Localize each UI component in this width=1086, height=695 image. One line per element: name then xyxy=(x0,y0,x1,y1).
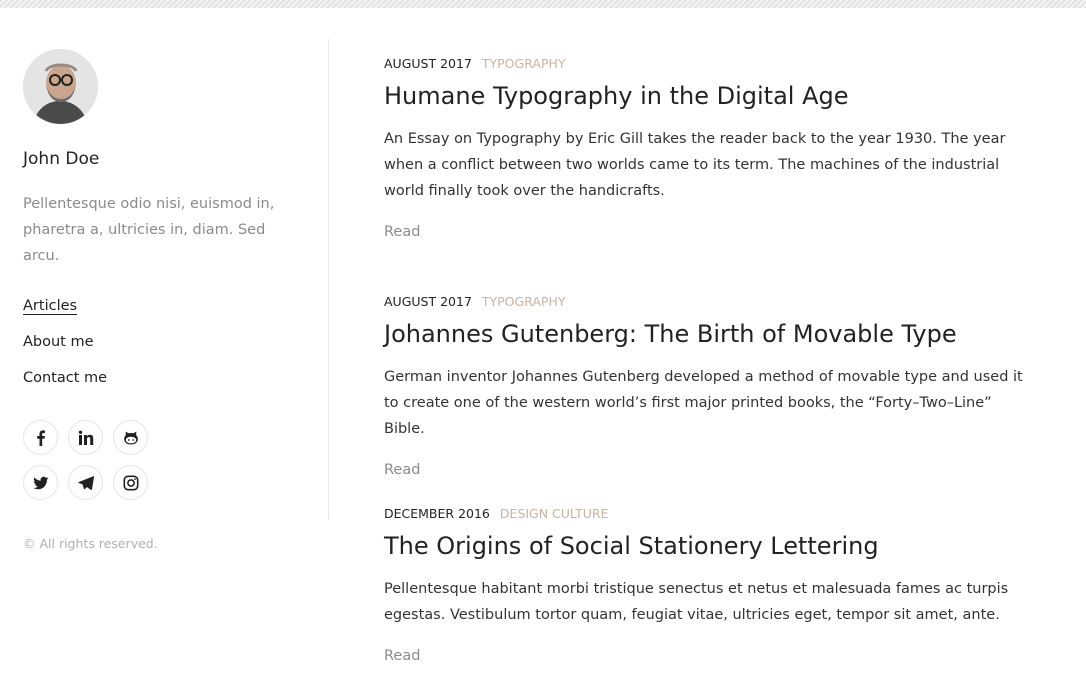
github-icon xyxy=(123,431,138,444)
article-excerpt: German inventor Johannes Gutenberg devel… xyxy=(384,369,1023,437)
instagram-icon xyxy=(122,474,138,490)
article-title: Humane Typography in the Digital Age xyxy=(384,80,1034,112)
article-meta: December 2016 Design Culture xyxy=(384,504,1034,524)
article-date: August 2017 xyxy=(384,294,472,309)
menu-item-about: About me xyxy=(23,331,107,367)
twitter-icon xyxy=(32,476,48,489)
twitter-link[interactable] xyxy=(23,465,58,500)
sidebar-menu: Articles About me Contact me xyxy=(23,295,107,403)
telegram-link[interactable] xyxy=(68,465,103,500)
article-item: December 2016 Design Culture The Origins… xyxy=(384,504,1034,664)
read-more-link[interactable]: Read xyxy=(384,648,420,664)
github-link[interactable] xyxy=(113,420,148,455)
article-date: December 2016 xyxy=(384,506,490,521)
article-title-link[interactable]: Humane Typography in the Digital Age xyxy=(384,82,848,110)
article-title-link[interactable]: Johannes Gutenberg: The Birth of Movable… xyxy=(384,320,957,348)
avatar-photo-icon xyxy=(23,49,98,124)
menu-item-contact: Contact me xyxy=(23,367,107,403)
article-item: August 2017 Typography Humane Typography… xyxy=(384,54,1034,240)
article-excerpt: Pellentesque habitant morbi tristique se… xyxy=(384,581,1009,623)
author-bio: Pellentesque odio nisi, euismod in, phar… xyxy=(23,196,275,264)
article-meta: August 2017 Typography xyxy=(384,54,1034,74)
article-category-link[interactable]: Typography xyxy=(482,294,566,309)
article-meta: August 2017 Typography xyxy=(384,292,1034,312)
menu-link-contact-me[interactable]: Contact me xyxy=(23,370,107,386)
article-date: August 2017 xyxy=(384,56,472,71)
article-category-link[interactable]: Design Culture xyxy=(500,506,609,521)
menu-item-articles: Articles xyxy=(23,295,107,331)
article-category-link[interactable]: Typography xyxy=(482,56,566,71)
top-border-strip xyxy=(0,0,1086,8)
instagram-link[interactable] xyxy=(113,465,148,500)
article-title-link[interactable]: The Origins of Social Stationery Letteri… xyxy=(384,532,879,560)
menu-link-articles[interactable]: Articles xyxy=(23,298,78,315)
author-avatar[interactable] xyxy=(23,49,98,124)
read-more-link[interactable]: Read xyxy=(384,224,420,240)
article-title: The Origins of Social Stationery Letteri… xyxy=(384,530,1034,562)
article-excerpt: An Essay on Typography by Eric Gill take… xyxy=(384,131,1006,199)
facebook-link[interactable] xyxy=(23,420,58,455)
linkedin-icon xyxy=(78,430,93,445)
sidebar: John Doe Pellentesque odio nisi, euismod… xyxy=(0,39,329,551)
read-more-link[interactable]: Read xyxy=(384,462,420,478)
article-item: August 2017 Typography Johannes Gutenber… xyxy=(384,292,1034,478)
author-name: John Doe xyxy=(23,149,100,169)
telegram-icon xyxy=(77,475,94,490)
menu-link-about-me[interactable]: About me xyxy=(23,334,94,350)
copyright-text: © All rights reserved. xyxy=(23,536,158,551)
article-title: Johannes Gutenberg: The Birth of Movable… xyxy=(384,318,1034,350)
linkedin-link[interactable] xyxy=(68,420,103,455)
facebook-icon xyxy=(36,429,45,446)
social-links xyxy=(23,420,163,510)
